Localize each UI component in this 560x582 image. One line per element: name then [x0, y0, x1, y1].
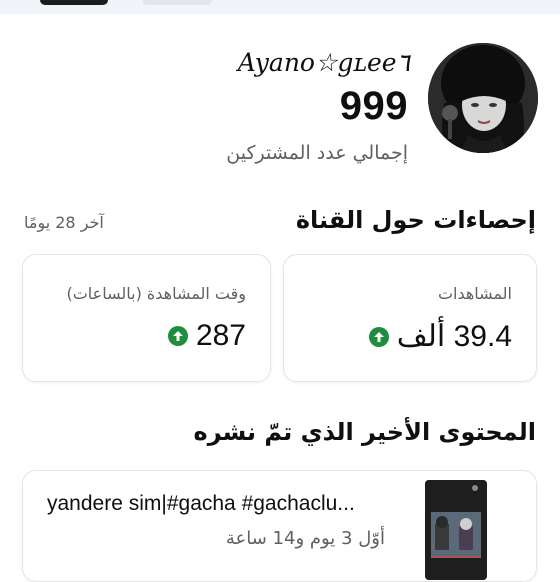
stats-period: آخر 28 يومًا: [24, 213, 104, 232]
watch-time-card[interactable]: وقت المشاهدة (بالساعات) 287: [22, 254, 271, 382]
up-arrow-icon: [167, 326, 188, 346]
channel-avatar[interactable]: [428, 43, 538, 153]
views-card[interactable]: المشاهدات 39.4 ألف: [283, 254, 537, 382]
recent-video-card[interactable]: yandere sim|#gacha #gachaclu... أوّل 3 ي…: [22, 470, 537, 582]
video-thumbnail[interactable]: [425, 480, 487, 580]
watch-time-value-row: 287: [167, 319, 246, 353]
watch-time-label: وقت المشاهدة (بالساعات): [66, 284, 246, 303]
recent-content-title: المحتوى الأخير الذي تمّ نشره: [193, 418, 536, 446]
subscriber-label: إجمالي عدد المشتركين: [226, 142, 408, 164]
top-tab-active[interactable]: [40, 0, 108, 5]
video-age: أوّل 3 يوم و14 ساعة: [225, 528, 385, 549]
top-bar: [0, 0, 560, 14]
stats-section-title: إحصاءات حول القناة: [295, 206, 536, 234]
channel-name: Ayano☆gʟee٦: [237, 48, 410, 77]
top-tab[interactable]: [142, 0, 212, 5]
views-value: 39.4 ألف: [396, 320, 512, 353]
video-title: yandere sim|#gacha #gachaclu...: [47, 492, 355, 515]
views-value-row: 39.4 ألف: [368, 319, 512, 354]
up-arrow-icon: [368, 326, 389, 347]
watch-time-value: 287: [195, 319, 246, 352]
views-label: المشاهدات: [437, 284, 512, 303]
subscriber-count: 999: [339, 84, 408, 128]
